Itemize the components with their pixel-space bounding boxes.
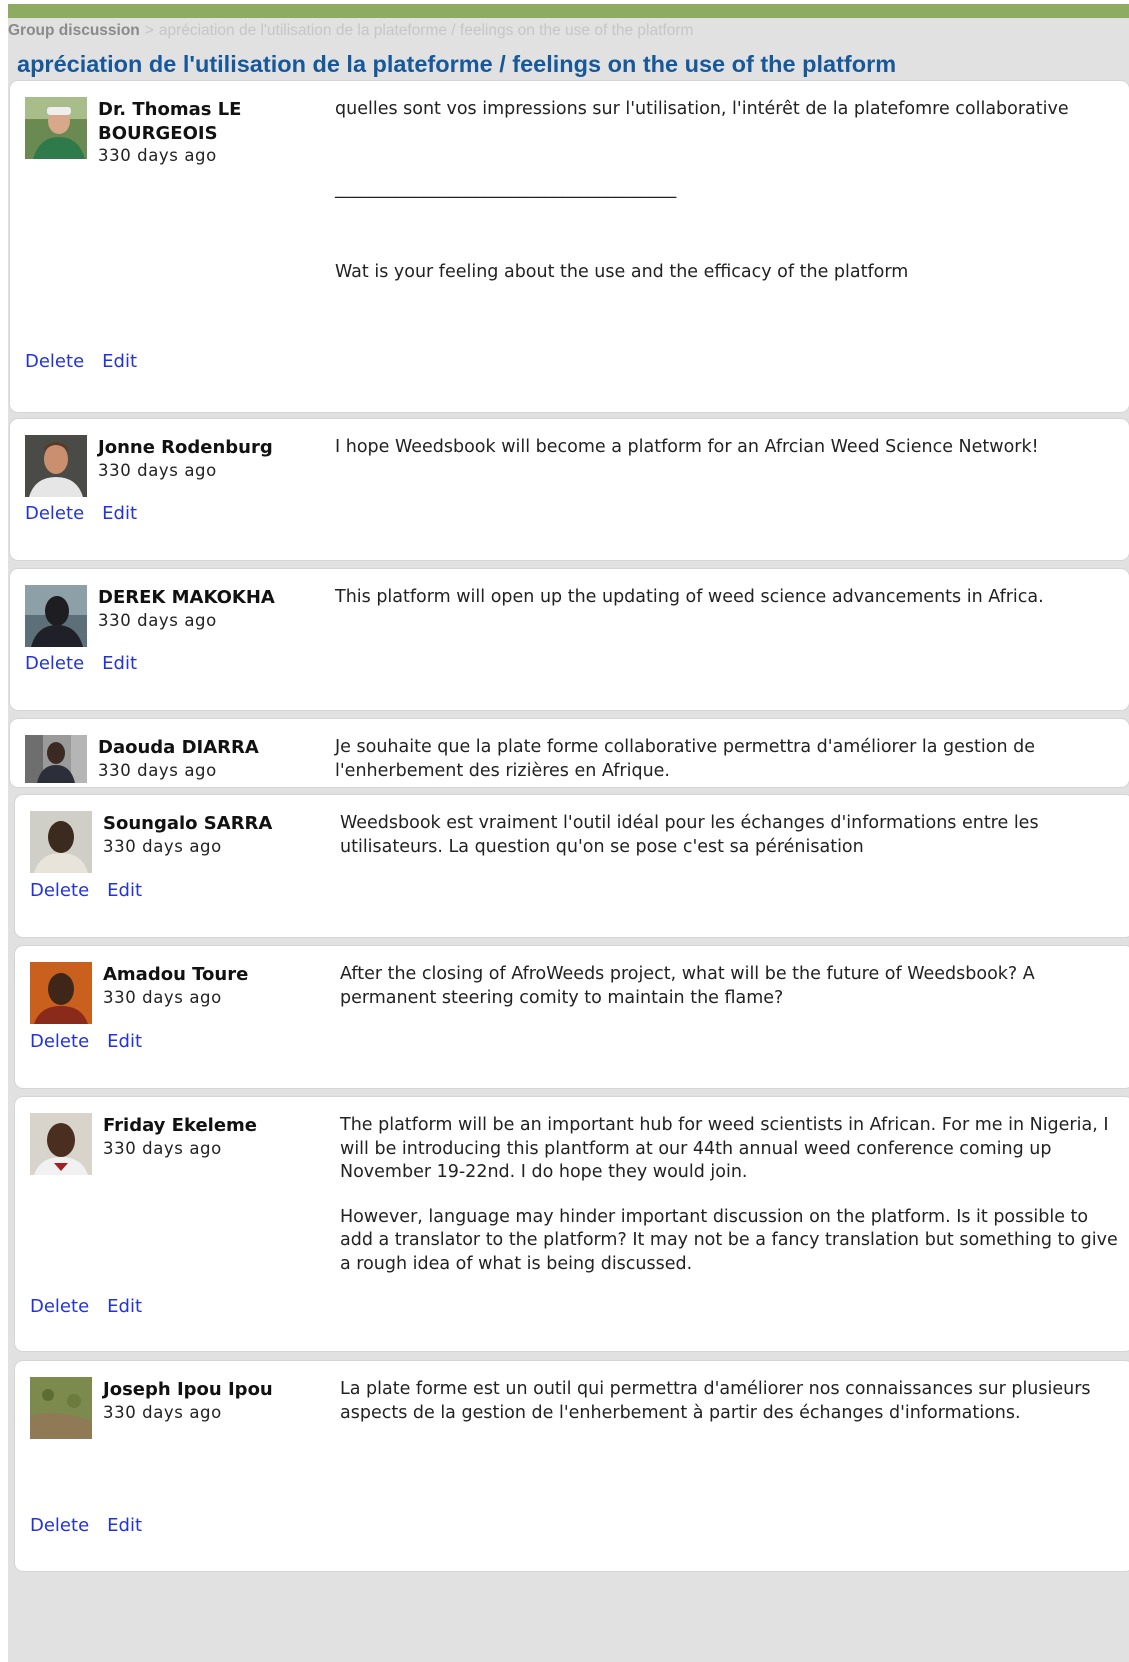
author-name-line: Friday Ekeleme — [103, 1115, 258, 1136]
post-paragraph: I hope Weedsbook will become a platform … — [335, 437, 1039, 457]
author-name-line: Joseph Ipou Ipou — [103, 1379, 273, 1400]
post-card: DEREK MAKOKHA 330 days ago This platform… — [9, 568, 1129, 711]
delete-link[interactable]: Delete — [30, 1515, 89, 1536]
delete-link[interactable]: Delete — [30, 1296, 89, 1317]
author-name[interactable]: Amadou Toure — [103, 963, 293, 987]
post-body: quelles sont vos impressions sur l'utili… — [335, 98, 1115, 285]
avatar — [25, 435, 87, 497]
post-time: 330 days ago — [103, 1403, 222, 1422]
post-paragraph: La plate forme est un outil qui permettr… — [340, 1379, 1091, 1423]
post-actions: Delete Edit — [30, 1296, 160, 1317]
author-name[interactable]: Joseph Ipou Ipou — [103, 1378, 293, 1402]
post-actions: Delete Edit — [30, 1515, 160, 1536]
post-paragraph: This platform will open up the updating … — [335, 587, 1044, 607]
delete-link[interactable]: Delete — [30, 1031, 89, 1052]
breadcrumb-group-discussion-link[interactable]: Group discussion — [8, 22, 140, 39]
author-name-line: DEREK MAKOKHA — [98, 587, 275, 608]
post-body: After the closing of AfroWeeds project, … — [340, 963, 1120, 1010]
post-time: 330 days ago — [98, 146, 217, 165]
breadcrumb-current: apréciation de l'utilisation de la plate… — [158, 22, 694, 39]
edit-link[interactable]: Edit — [107, 880, 142, 901]
post-card: Dr. Thomas LE BOURGEOIS 330 days ago que… — [9, 80, 1129, 413]
author-name-line: Soungalo SARRA — [103, 813, 273, 834]
post-card: Friday Ekeleme 330 days ago The platform… — [14, 1096, 1129, 1352]
post-actions: Delete Edit — [30, 880, 160, 901]
author-name[interactable]: Jonne Rodenburg — [98, 436, 288, 460]
avatar — [25, 735, 87, 783]
author-name[interactable]: DEREK MAKOKHA — [98, 586, 288, 610]
post-body: Weedsbook est vraiment l'outil idéal pou… — [340, 812, 1120, 859]
post-time: 330 days ago — [103, 988, 222, 1007]
post-paragraph: Wat is your feeling about the use and th… — [335, 262, 909, 282]
avatar — [25, 97, 87, 159]
edit-link[interactable]: Edit — [107, 1031, 142, 1052]
post-paragraph: quelles sont vos impressions sur l'utili… — [335, 99, 1069, 119]
post-paragraph: However, language may hinder important d… — [340, 1206, 1118, 1274]
post-card: Amadou Toure 330 days ago After the clos… — [14, 945, 1129, 1089]
post-divider: _______________________________________ — [335, 178, 677, 199]
post-body: The platform will be an important hub fo… — [340, 1114, 1120, 1276]
post-body: I hope Weedsbook will become a platform … — [335, 436, 1115, 460]
post-body: Je souhaite que la plate forme collabora… — [335, 736, 1115, 783]
author-name-line: Daouda DIARRA — [98, 737, 259, 758]
author-name-line: Jonne Rodenburg — [98, 437, 273, 458]
post-time: 330 days ago — [103, 837, 222, 856]
post-time: 330 days ago — [98, 761, 217, 780]
post-card: Jonne Rodenburg 330 days ago I hope Weed… — [9, 418, 1129, 561]
breadcrumb: Group discussion > apréciation de l'utilis… — [8, 22, 693, 40]
avatar — [30, 1377, 92, 1439]
author-name[interactable]: Daouda DIARRA — [98, 736, 288, 760]
delete-link[interactable]: Delete — [30, 880, 89, 901]
post-paragraph: After the closing of AfroWeeds project, … — [340, 964, 1035, 1008]
post-body: This platform will open up the updating … — [335, 586, 1115, 610]
post-actions: Delete Edit — [25, 351, 155, 372]
avatar — [25, 585, 87, 647]
avatar — [30, 811, 92, 873]
post-time: 330 days ago — [98, 461, 217, 480]
author-name[interactable]: Friday Ekeleme — [103, 1114, 293, 1138]
top-accent-bar — [8, 4, 1129, 18]
post-actions: Delete Edit — [25, 653, 155, 674]
author-name[interactable]: Soungalo SARRA — [103, 812, 293, 836]
discussion-page: Group discussion > apréciation de l'utilis… — [8, 4, 1129, 1662]
post-body: La plate forme est un outil qui permettr… — [340, 1378, 1120, 1425]
author-name-line: Amadou Toure — [103, 964, 249, 985]
edit-link[interactable]: Edit — [102, 351, 137, 372]
post-paragraph: Je souhaite que la plate forme collabora… — [335, 737, 1035, 781]
post-card: Joseph Ipou Ipou 330 days ago La plate f… — [14, 1360, 1129, 1572]
delete-link[interactable]: Delete — [25, 653, 84, 674]
post-time: 330 days ago — [103, 1139, 222, 1158]
edit-link[interactable]: Edit — [107, 1515, 142, 1536]
post-actions: Delete Edit — [30, 1031, 160, 1052]
post-actions: Delete Edit — [25, 503, 155, 524]
page-title: apréciation de l'utilisation de la plate… — [17, 51, 897, 77]
edit-link[interactable]: Edit — [102, 653, 137, 674]
post-paragraph: The platform will be an important hub fo… — [340, 1115, 1109, 1182]
author-name-line: BOURGEOIS — [98, 122, 218, 144]
edit-link[interactable]: Edit — [102, 503, 137, 524]
post-card: Daouda DIARRA 330 days ago Je souhaite q… — [9, 718, 1129, 788]
post-paragraph: Weedsbook est vraiment l'outil idéal pou… — [340, 813, 1039, 857]
avatar — [30, 962, 92, 1024]
edit-link[interactable]: Edit — [107, 1296, 142, 1317]
author-name[interactable]: Dr. Thomas LE BOURGEOIS — [98, 98, 288, 145]
post-card: Soungalo SARRA 330 days ago Weedsbook es… — [14, 794, 1129, 938]
breadcrumb-separator: > — [144, 22, 154, 39]
author-name-line: Dr. Thomas LE — [98, 99, 242, 120]
delete-link[interactable]: Delete — [25, 351, 84, 372]
avatar — [30, 1113, 92, 1175]
delete-link[interactable]: Delete — [25, 503, 84, 524]
post-time: 330 days ago — [98, 611, 217, 630]
